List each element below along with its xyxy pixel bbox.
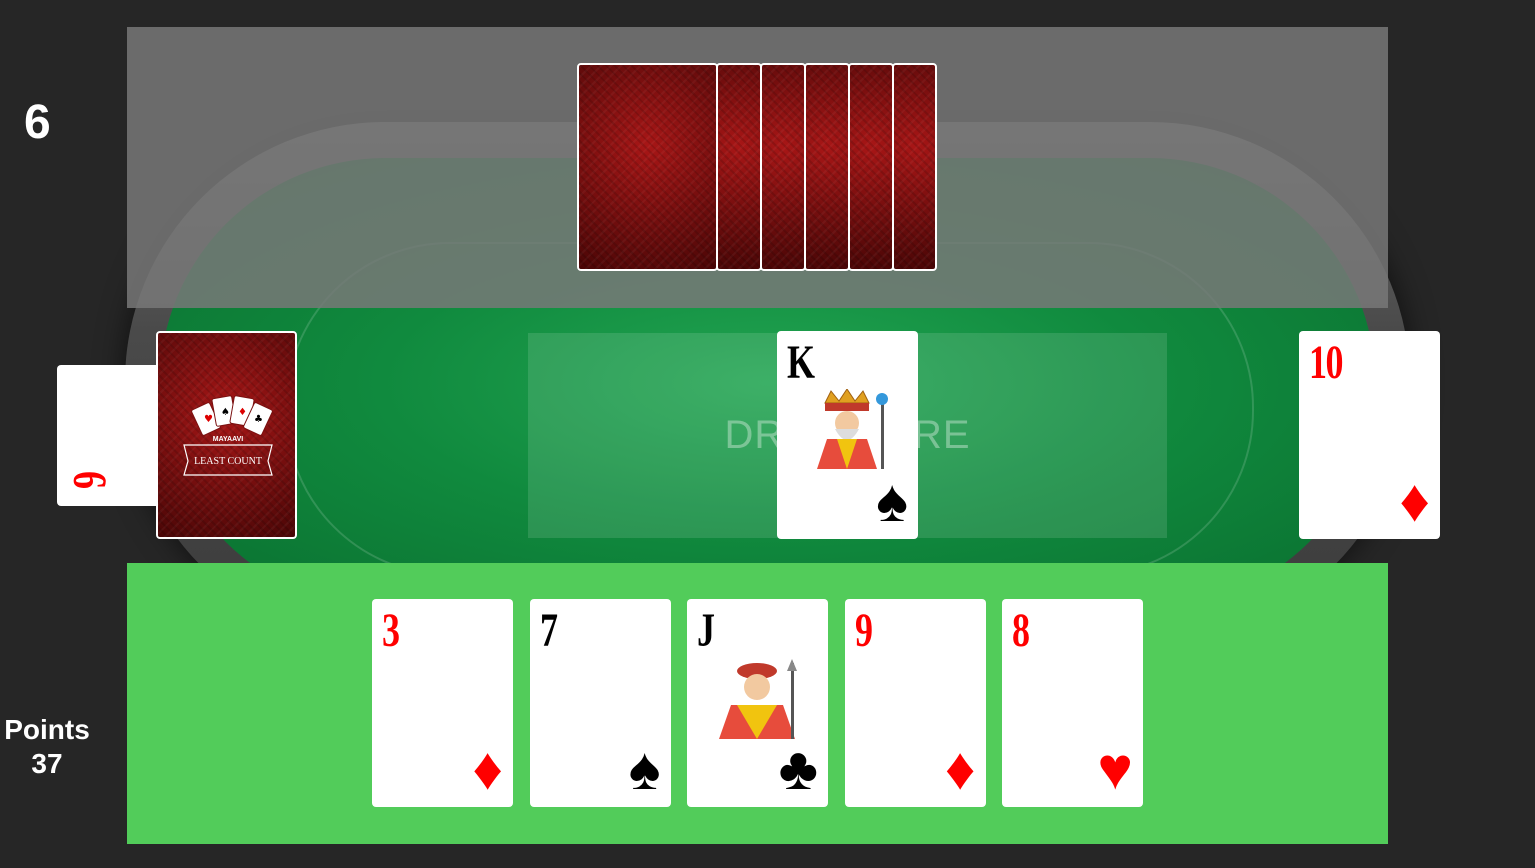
svg-text:♥: ♥ — [204, 414, 213, 425]
diamond-icon: ♦ — [472, 735, 503, 802]
card-rank: 8 — [1012, 604, 1030, 657]
opponent-right-card[interactable]: 10 ♦ — [1299, 331, 1440, 539]
points-value: 37 — [31, 748, 63, 779]
diamond-icon: ♦ — [1399, 467, 1430, 534]
opponent-card-count: 6 — [24, 96, 51, 149]
logo-brand: MAYAAVI — [213, 436, 244, 443]
player-card[interactable]: 3 ♦ — [372, 599, 513, 807]
club-icon: ♣ — [778, 735, 818, 802]
open-card-rank: 6 — [63, 471, 116, 489]
draw-deck[interactable]: ♥ ♠ ♦ ♣ MAYAAVI LEAST COUNT — [156, 331, 297, 539]
svg-text:♦: ♦ — [238, 407, 247, 418]
svg-text:♣: ♣ — [254, 414, 263, 425]
opponent-card-back — [577, 63, 718, 271]
card-rank: J — [697, 604, 715, 657]
least-count-logo: ♥ ♠ ♦ ♣ MAYAAVI LEAST COUNT — [183, 395, 273, 476]
svg-text:♠: ♠ — [221, 407, 230, 418]
spade-icon: ♠ — [876, 467, 908, 534]
points-display: Points 37 — [0, 713, 102, 781]
logo-title: LEAST COUNT — [194, 456, 262, 467]
player-card[interactable]: 9 ♦ — [844, 599, 986, 807]
king-face-icon — [817, 389, 888, 469]
card-rank: 3 — [382, 604, 400, 657]
opponent-card-back — [760, 63, 806, 271]
card-rank: 7 — [539, 604, 558, 657]
player-card[interactable]: 7 ♠ — [529, 599, 671, 807]
opponent-card-back — [804, 63, 850, 271]
spade-icon: ♠ — [628, 735, 661, 802]
player-card[interactable]: J ♣ — [687, 599, 828, 807]
card-rank: K — [787, 336, 815, 389]
heart-icon: ♥ — [1097, 735, 1133, 802]
card-rank: 9 — [854, 604, 873, 657]
card-rank: 10 — [1309, 336, 1344, 389]
opponent-card-back — [716, 63, 762, 271]
open-card[interactable]: 6 — [57, 365, 167, 506]
discard-pile-card[interactable]: K ♠ — [777, 331, 918, 539]
opponent-card-back — [892, 63, 937, 271]
diamond-icon: ♦ — [944, 735, 976, 802]
player-card[interactable]: 8 ♥ — [1002, 599, 1143, 807]
opponent-card-back — [848, 63, 894, 271]
jack-face-icon — [719, 659, 797, 739]
points-label: Points — [4, 714, 90, 745]
